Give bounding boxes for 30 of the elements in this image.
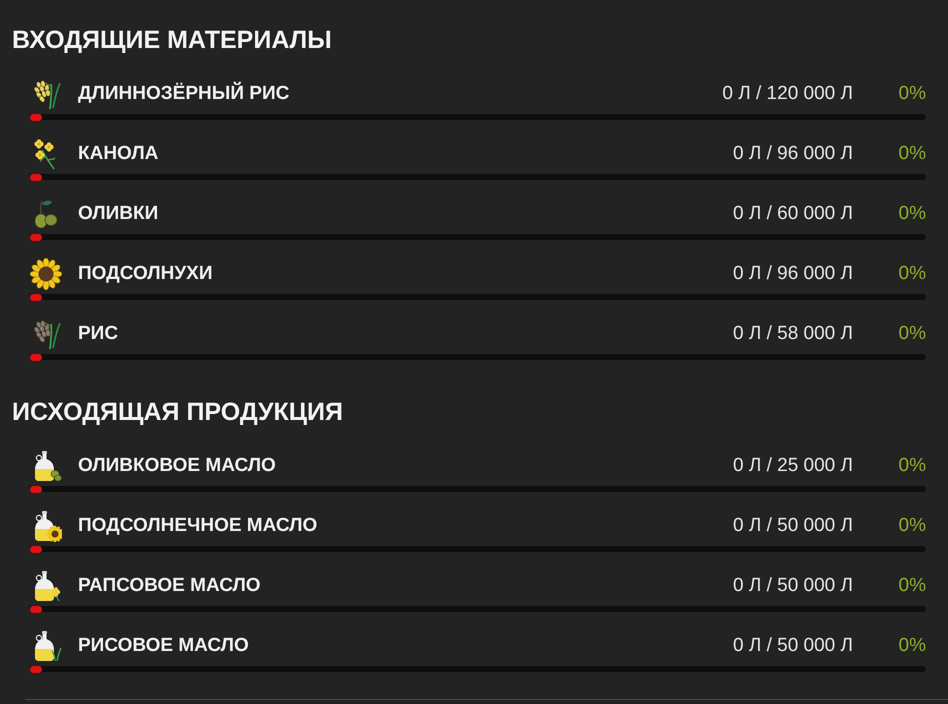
percent-text: 0% xyxy=(898,323,926,345)
section-title: ИСХОДЯЩАЯ ПРОДУКЦИЯ xyxy=(12,398,343,426)
item-name: ПОДСОЛНЕЧНОЕ МАСЛО xyxy=(78,515,318,537)
item-name: РИС xyxy=(78,323,118,345)
percent-text: 0% xyxy=(898,455,926,477)
amount-text: 0 Л / 50 000 Л xyxy=(732,515,853,537)
percent-text: 0% xyxy=(898,263,926,285)
item-name: РАПСОВОЕ МАСЛО xyxy=(78,575,261,597)
amount-text: 0 Л / 50 000 Л xyxy=(732,635,853,657)
amount-text: 0 Л / 50 000 Л xyxy=(732,575,853,597)
item-name: КАНОЛА xyxy=(78,143,158,165)
item-name: ОЛИВКОВОЕ МАСЛО xyxy=(78,455,276,477)
item-name: РИСОВОЕ МАСЛО xyxy=(78,635,249,657)
item-name: ОЛИВКИ xyxy=(78,203,158,225)
amount-text: 0 Л / 60 000 Л xyxy=(732,203,853,225)
sunflower-icon xyxy=(30,258,62,290)
percent-text: 0% xyxy=(898,575,926,597)
amount-text: 0 Л / 120 000 Л xyxy=(722,83,853,105)
section-title: ВХОДЯЩИЕ МАТЕРИАЛЫ xyxy=(12,26,332,54)
percent-text: 0% xyxy=(898,635,926,657)
percent-text: 0% xyxy=(898,83,926,105)
item-name: ДЛИННОЗЁРНЫЙ РИС xyxy=(78,83,290,105)
amount-text: 0 Л / 25 000 Л xyxy=(732,455,853,477)
amount-text: 0 Л / 58 000 Л xyxy=(732,323,853,345)
item-name: ПОДСОЛНУХИ xyxy=(78,263,212,285)
amount-text: 0 Л / 96 000 Л xyxy=(732,263,853,285)
amount-text: 0 Л / 96 000 Л xyxy=(732,143,853,165)
percent-text: 0% xyxy=(898,203,926,225)
percent-text: 0% xyxy=(898,143,926,165)
percent-text: 0% xyxy=(898,515,926,537)
